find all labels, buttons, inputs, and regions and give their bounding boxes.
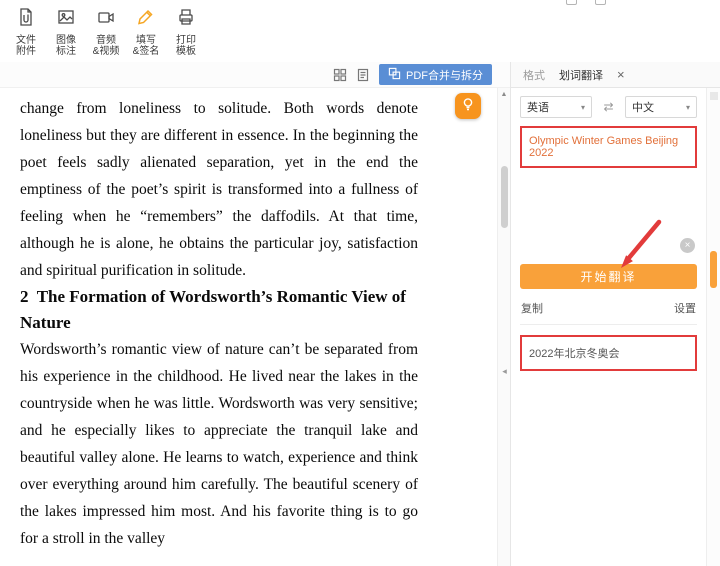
- scrollbar-thumb[interactable]: [501, 166, 508, 228]
- pdf-merge-split-button[interactable]: PDF合并与拆分: [379, 64, 492, 85]
- lightbulb-icon: [460, 96, 476, 117]
- document-paragraph: Wordsworth’s romantic view of nature can…: [20, 336, 418, 552]
- tool-label: 标注: [56, 46, 76, 57]
- tool-label: 附件: [16, 46, 36, 57]
- merge-split-icon: [388, 67, 401, 83]
- document-paragraph: change from loneliness to solitude. Both…: [20, 95, 418, 284]
- swap-languages-icon[interactable]: ⇄: [603, 100, 613, 114]
- tool-label: &签名: [133, 46, 160, 57]
- scroll-up-button[interactable]: [710, 92, 718, 100]
- file-attachment-tool[interactable]: 文件 附件: [6, 7, 46, 57]
- image-annotation-tool[interactable]: 图像 标注: [46, 7, 86, 57]
- panel-scrollbar[interactable]: [706, 88, 720, 566]
- source-language-dropdown[interactable]: 英语 ▾: [520, 96, 592, 118]
- audio-video-tool[interactable]: 音频 &视频: [86, 7, 126, 57]
- fill-sign-tool[interactable]: 填写 &签名: [126, 7, 166, 57]
- clear-text-icon[interactable]: ×: [680, 238, 695, 253]
- translate-panel: 英语 ▾ ⇄ 中文 ▾ Olympic Winter Games Beijing…: [510, 88, 706, 566]
- page-view-icon[interactable]: [356, 68, 370, 82]
- tool-label: &视频: [93, 46, 120, 57]
- tool-label: 文件: [16, 35, 36, 46]
- source-language-value: 英语: [527, 99, 549, 115]
- video-camera-icon: [96, 7, 116, 32]
- secondary-toolbar: PDF合并与拆分: [0, 62, 510, 88]
- close-icon[interactable]: ×: [617, 68, 625, 81]
- scroll-up-icon[interactable]: ▲: [498, 88, 510, 98]
- file-attachment-icon: [16, 7, 36, 32]
- document-heading: 2 The Formation of Wordsworth’s Romantic…: [20, 284, 418, 336]
- panel-tab-bar: 格式 划词翻译 ×: [510, 62, 720, 88]
- pdf-merge-split-label: PDF合并与拆分: [406, 67, 483, 83]
- source-text-input[interactable]: Olympic Winter Games Beijing 2022: [520, 126, 697, 168]
- document-page: change from loneliness to solitude. Both…: [0, 88, 497, 566]
- pdf-editor-window: 文件 附件 图像 标注 音频: [0, 0, 720, 566]
- tool-label: 图像: [56, 35, 76, 46]
- thumbnail-view-icon[interactable]: [333, 68, 347, 82]
- tab-format[interactable]: 格式: [523, 67, 545, 83]
- target-language-value: 中文: [632, 99, 654, 115]
- titlebar-icons: [566, 0, 606, 5]
- settings-button[interactable]: 设置: [674, 300, 696, 316]
- print-template-tool[interactable]: 打印 模板: [166, 7, 206, 57]
- top-toolbar: 文件 附件 图像 标注 音频: [0, 0, 720, 62]
- chevron-down-icon: ▾: [581, 103, 585, 112]
- document-scrollbar[interactable]: ▲ ◂: [497, 88, 510, 566]
- start-translate-button[interactable]: 开始翻译: [520, 264, 697, 289]
- translation-result: 2022年北京冬奥会: [520, 335, 697, 371]
- tool-label: 模板: [176, 46, 196, 57]
- titlebar-icon[interactable]: [566, 0, 577, 5]
- tip-lightbulb-button[interactable]: [455, 93, 481, 119]
- titlebar-icon[interactable]: [595, 0, 606, 5]
- tool-label: 音频: [93, 35, 120, 46]
- image-icon: [56, 7, 76, 32]
- tool-label: 打印: [176, 35, 196, 46]
- tab-translate[interactable]: 划词翻译: [559, 67, 603, 83]
- panel-scrollbar-thumb[interactable]: [710, 251, 717, 288]
- chevron-down-icon: ▾: [686, 103, 690, 112]
- copy-button[interactable]: 复制: [521, 300, 543, 316]
- pencil-icon: [136, 7, 156, 32]
- target-language-dropdown[interactable]: 中文 ▾: [625, 96, 697, 118]
- printer-icon: [176, 7, 196, 32]
- tool-label: 填写: [133, 35, 160, 46]
